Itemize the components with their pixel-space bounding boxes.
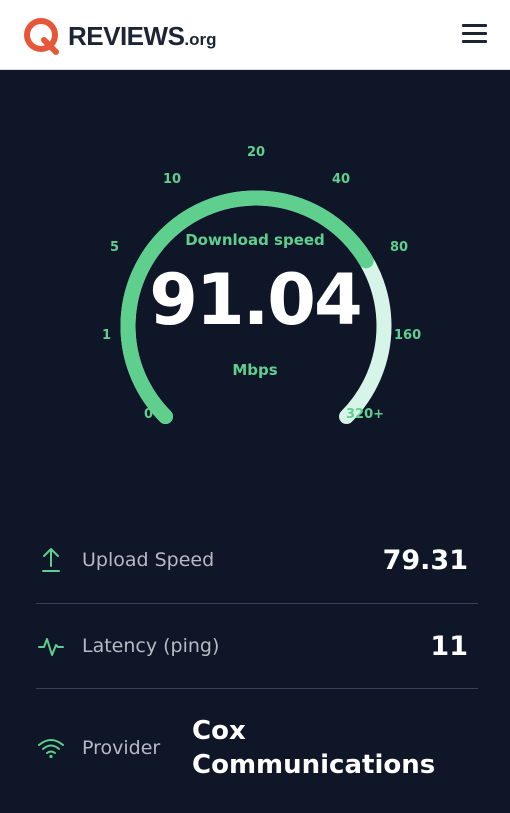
divider — [36, 688, 478, 689]
upload-arrow-icon — [36, 545, 66, 575]
hamburger-menu-icon[interactable] — [460, 20, 490, 48]
gauge-tick-8: 320+ — [346, 407, 385, 422]
provider-name: Cox Communications — [192, 716, 436, 780]
latency-row: Latency (ping) 11 — [36, 626, 478, 666]
gauge-tick-4: 20 — [247, 145, 266, 160]
download-speed-value: 91.04 — [149, 259, 362, 341]
latency-label: Latency (ping) — [82, 635, 220, 657]
reviews-logo[interactable]: REVIEWS.org — [22, 16, 217, 56]
download-speed-label: Download speed — [185, 231, 325, 249]
upload-speed-value: 79.31 — [382, 544, 468, 576]
reviews-q-logo-icon — [22, 16, 62, 56]
upload-speed-row: Upload Speed 79.31 — [36, 540, 478, 580]
download-speed-unit: Mbps — [232, 361, 278, 379]
logo-main-text: REVIEWS — [68, 20, 185, 51]
latency-value: 11 — [430, 630, 468, 662]
divider — [36, 603, 478, 604]
pulse-icon — [36, 631, 66, 661]
gauge-tick-0: 0 — [144, 407, 154, 422]
wifi-icon — [36, 733, 66, 763]
provider-value: Cox Communications — [192, 714, 452, 782]
logo-tld-text: .org — [184, 29, 217, 49]
gauge-tick-3: 10 — [163, 172, 182, 187]
site-header: REVIEWS.org — [0, 0, 510, 70]
download-speed-gauge: 0 1 5 10 20 40 80 160 320+ Download spee… — [0, 71, 510, 451]
upload-speed-label: Upload Speed — [82, 549, 215, 571]
provider-label: Provider — [82, 737, 161, 759]
gauge-tick-5: 40 — [332, 172, 351, 187]
logo-wordmark: REVIEWS.org — [68, 21, 217, 52]
